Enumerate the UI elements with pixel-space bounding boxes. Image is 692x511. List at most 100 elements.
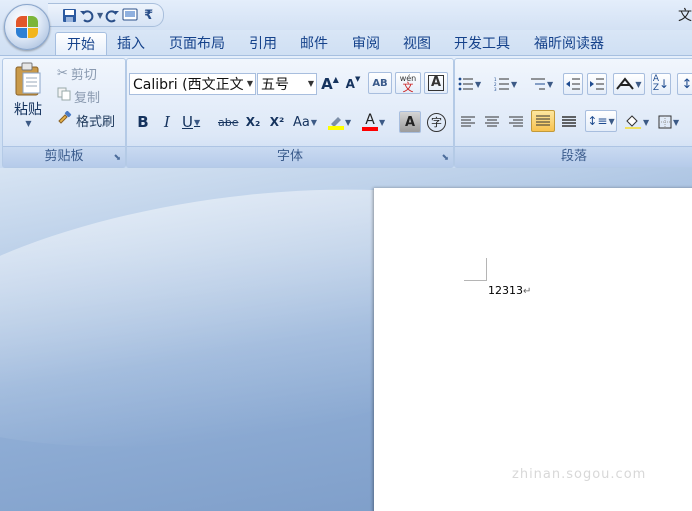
chinese-layout-button[interactable]: ▼ xyxy=(613,73,645,95)
clear-formatting-button[interactable]: AB xyxy=(368,72,392,94)
chinese-layout-dropdown-icon[interactable]: ▼ xyxy=(635,80,641,89)
redo-icon[interactable] xyxy=(105,6,120,24)
clipboard-launcher-icon[interactable]: ⬊ xyxy=(113,153,121,163)
bullets-dropdown-icon[interactable]: ▼ xyxy=(475,80,481,89)
font-group: Calibri (西文正文 ▼ 五号 ▼ A ▲ A ▼ AB wén 文 A B … xyxy=(126,58,454,168)
format-painter-button[interactable]: 格式刷 xyxy=(57,110,115,130)
font-name-dropdown-icon[interactable]: ▼ xyxy=(247,79,253,88)
justify-button[interactable] xyxy=(531,110,555,132)
office-logo-icon xyxy=(16,16,38,38)
paste-dropdown-icon[interactable]: ▼ xyxy=(25,119,31,128)
phonetic-guide-button[interactable]: wén 文 xyxy=(395,72,421,94)
character-border-button[interactable]: A xyxy=(424,72,448,94)
undo-dropdown-icon[interactable]: ▼ xyxy=(96,6,103,24)
enclose-characters-button[interactable]: 字 xyxy=(426,111,447,133)
subscript-label: X₂ xyxy=(245,115,261,129)
grow-font-button[interactable]: A ▲ xyxy=(320,73,340,95)
tab-references[interactable]: 引用 xyxy=(240,32,286,56)
cut-button[interactable]: ✂ 剪切 xyxy=(57,63,97,83)
font-size-combo[interactable]: 五号 ▼ xyxy=(257,73,317,95)
line-spacing-button[interactable]: ↕≡ ▼ xyxy=(585,110,617,132)
highlight-button[interactable]: ▼ xyxy=(327,111,352,133)
document-text-content: 12313 xyxy=(488,284,523,297)
tab-label: 开始 xyxy=(67,37,95,53)
paragraph-group-label: 段落 xyxy=(455,146,692,167)
tab-label: 引用 xyxy=(249,36,277,52)
character-border-label: A xyxy=(427,75,445,91)
subscript-button[interactable]: X₂ xyxy=(243,111,263,133)
chinese-layout-icon xyxy=(616,77,635,90)
paragraph-group: ▼ 123 ▼ ▼ ▼ AZ ↓ ↕ ↕≡ ▼ ▼ ▼ 段落 xyxy=(454,58,692,168)
tab-label: 福昕阅读器 xyxy=(534,36,604,52)
customize-icon[interactable]: ₹ xyxy=(144,6,153,24)
distributed-icon xyxy=(562,116,576,127)
tab-home[interactable]: 开始 xyxy=(55,32,107,57)
borders-button[interactable]: ▼ xyxy=(657,111,680,133)
clear-formatting-icon: AB xyxy=(372,77,388,89)
align-right-button[interactable] xyxy=(506,111,526,133)
bold-button[interactable]: B xyxy=(133,111,153,133)
shrink-font-button[interactable]: A ▼ xyxy=(343,73,363,95)
title-bar: ▼ ₹ 文 xyxy=(0,0,692,30)
strikethrough-button[interactable]: abe xyxy=(217,111,240,133)
character-shading-button[interactable]: A xyxy=(399,111,421,133)
tab-view[interactable]: 视图 xyxy=(394,32,440,56)
sort-arrow-icon: ↓ xyxy=(659,77,670,91)
tab-insert[interactable]: 插入 xyxy=(108,32,154,56)
font-color-button[interactable]: A ▼ xyxy=(361,111,386,133)
line-spacing-icon: ↕≡ xyxy=(587,114,608,128)
line-spacing-dropdown-icon[interactable]: ▼ xyxy=(608,117,614,126)
print-preview-icon[interactable] xyxy=(122,6,138,24)
tab-label: 视图 xyxy=(403,36,431,52)
increase-indent-icon xyxy=(590,78,604,90)
office-button[interactable] xyxy=(4,4,50,50)
italic-button[interactable]: I xyxy=(157,111,177,133)
change-case-button[interactable]: Aa ▼ xyxy=(292,111,318,133)
decrease-indent-button[interactable] xyxy=(563,73,583,95)
save-icon[interactable] xyxy=(62,6,77,24)
shading-button[interactable]: ▼ xyxy=(623,111,650,133)
tab-developer[interactable]: 开发工具 xyxy=(446,32,518,56)
format-painter-icon xyxy=(57,110,73,129)
italic-label: I xyxy=(164,113,170,131)
sort-button[interactable]: AZ ↓ xyxy=(651,73,671,95)
superscript-label: X² xyxy=(269,115,285,129)
bullets-icon xyxy=(458,77,473,91)
font-name-combo[interactable]: Calibri (西文正文 ▼ xyxy=(129,73,256,95)
font-launcher-icon[interactable]: ⬊ xyxy=(441,153,449,163)
highlight-dropdown-icon[interactable]: ▼ xyxy=(345,118,351,127)
tab-mailings[interactable]: 邮件 xyxy=(291,32,337,56)
undo-icon[interactable] xyxy=(79,6,94,24)
distributed-button[interactable] xyxy=(559,111,579,133)
document-page[interactable] xyxy=(374,188,692,511)
superscript-button[interactable]: X² xyxy=(267,111,287,133)
change-case-dropdown-icon[interactable]: ▼ xyxy=(311,118,317,127)
font-color-dropdown-icon[interactable]: ▼ xyxy=(379,118,385,127)
font-size-dropdown-icon[interactable]: ▼ xyxy=(308,79,314,88)
increase-indent-button[interactable] xyxy=(587,73,607,95)
svg-text:3: 3 xyxy=(494,87,497,91)
borders-dropdown-icon[interactable]: ▼ xyxy=(673,118,679,127)
multilevel-dropdown-icon[interactable]: ▼ xyxy=(547,80,553,89)
copy-button[interactable]: 复制 xyxy=(57,86,100,106)
align-center-button[interactable] xyxy=(482,111,502,133)
document-text[interactable]: 12313↵ xyxy=(488,284,531,297)
page-margin-marker xyxy=(464,258,487,281)
align-left-button[interactable] xyxy=(458,111,478,133)
bullets-button[interactable]: ▼ xyxy=(457,73,482,95)
clipboard-group: 粘贴 ▼ ✂ 剪切 复制 格式刷 剪贴板 ⬊ xyxy=(2,58,126,168)
tab-foxit-reader[interactable]: 福昕阅读器 xyxy=(526,32,612,56)
paste-button[interactable]: 粘贴 ▼ xyxy=(7,61,49,128)
underline-button[interactable]: U ▼ xyxy=(181,111,201,133)
tab-page-layout[interactable]: 页面布局 xyxy=(160,32,234,56)
show-hide-marks-button[interactable]: ↕ xyxy=(677,73,692,95)
change-case-label: Aa xyxy=(293,114,310,130)
tab-review[interactable]: 审阅 xyxy=(343,32,389,56)
clipboard-group-label: 剪贴板 xyxy=(3,146,125,167)
numbering-dropdown-icon[interactable]: ▼ xyxy=(511,80,517,89)
multilevel-list-button[interactable]: ▼ xyxy=(529,73,554,95)
numbering-button[interactable]: 123 ▼ xyxy=(493,73,518,95)
shading-dropdown-icon[interactable]: ▼ xyxy=(643,118,649,127)
font-size-value: 五号 xyxy=(261,77,289,93)
underline-dropdown-icon[interactable]: ▼ xyxy=(194,118,200,127)
